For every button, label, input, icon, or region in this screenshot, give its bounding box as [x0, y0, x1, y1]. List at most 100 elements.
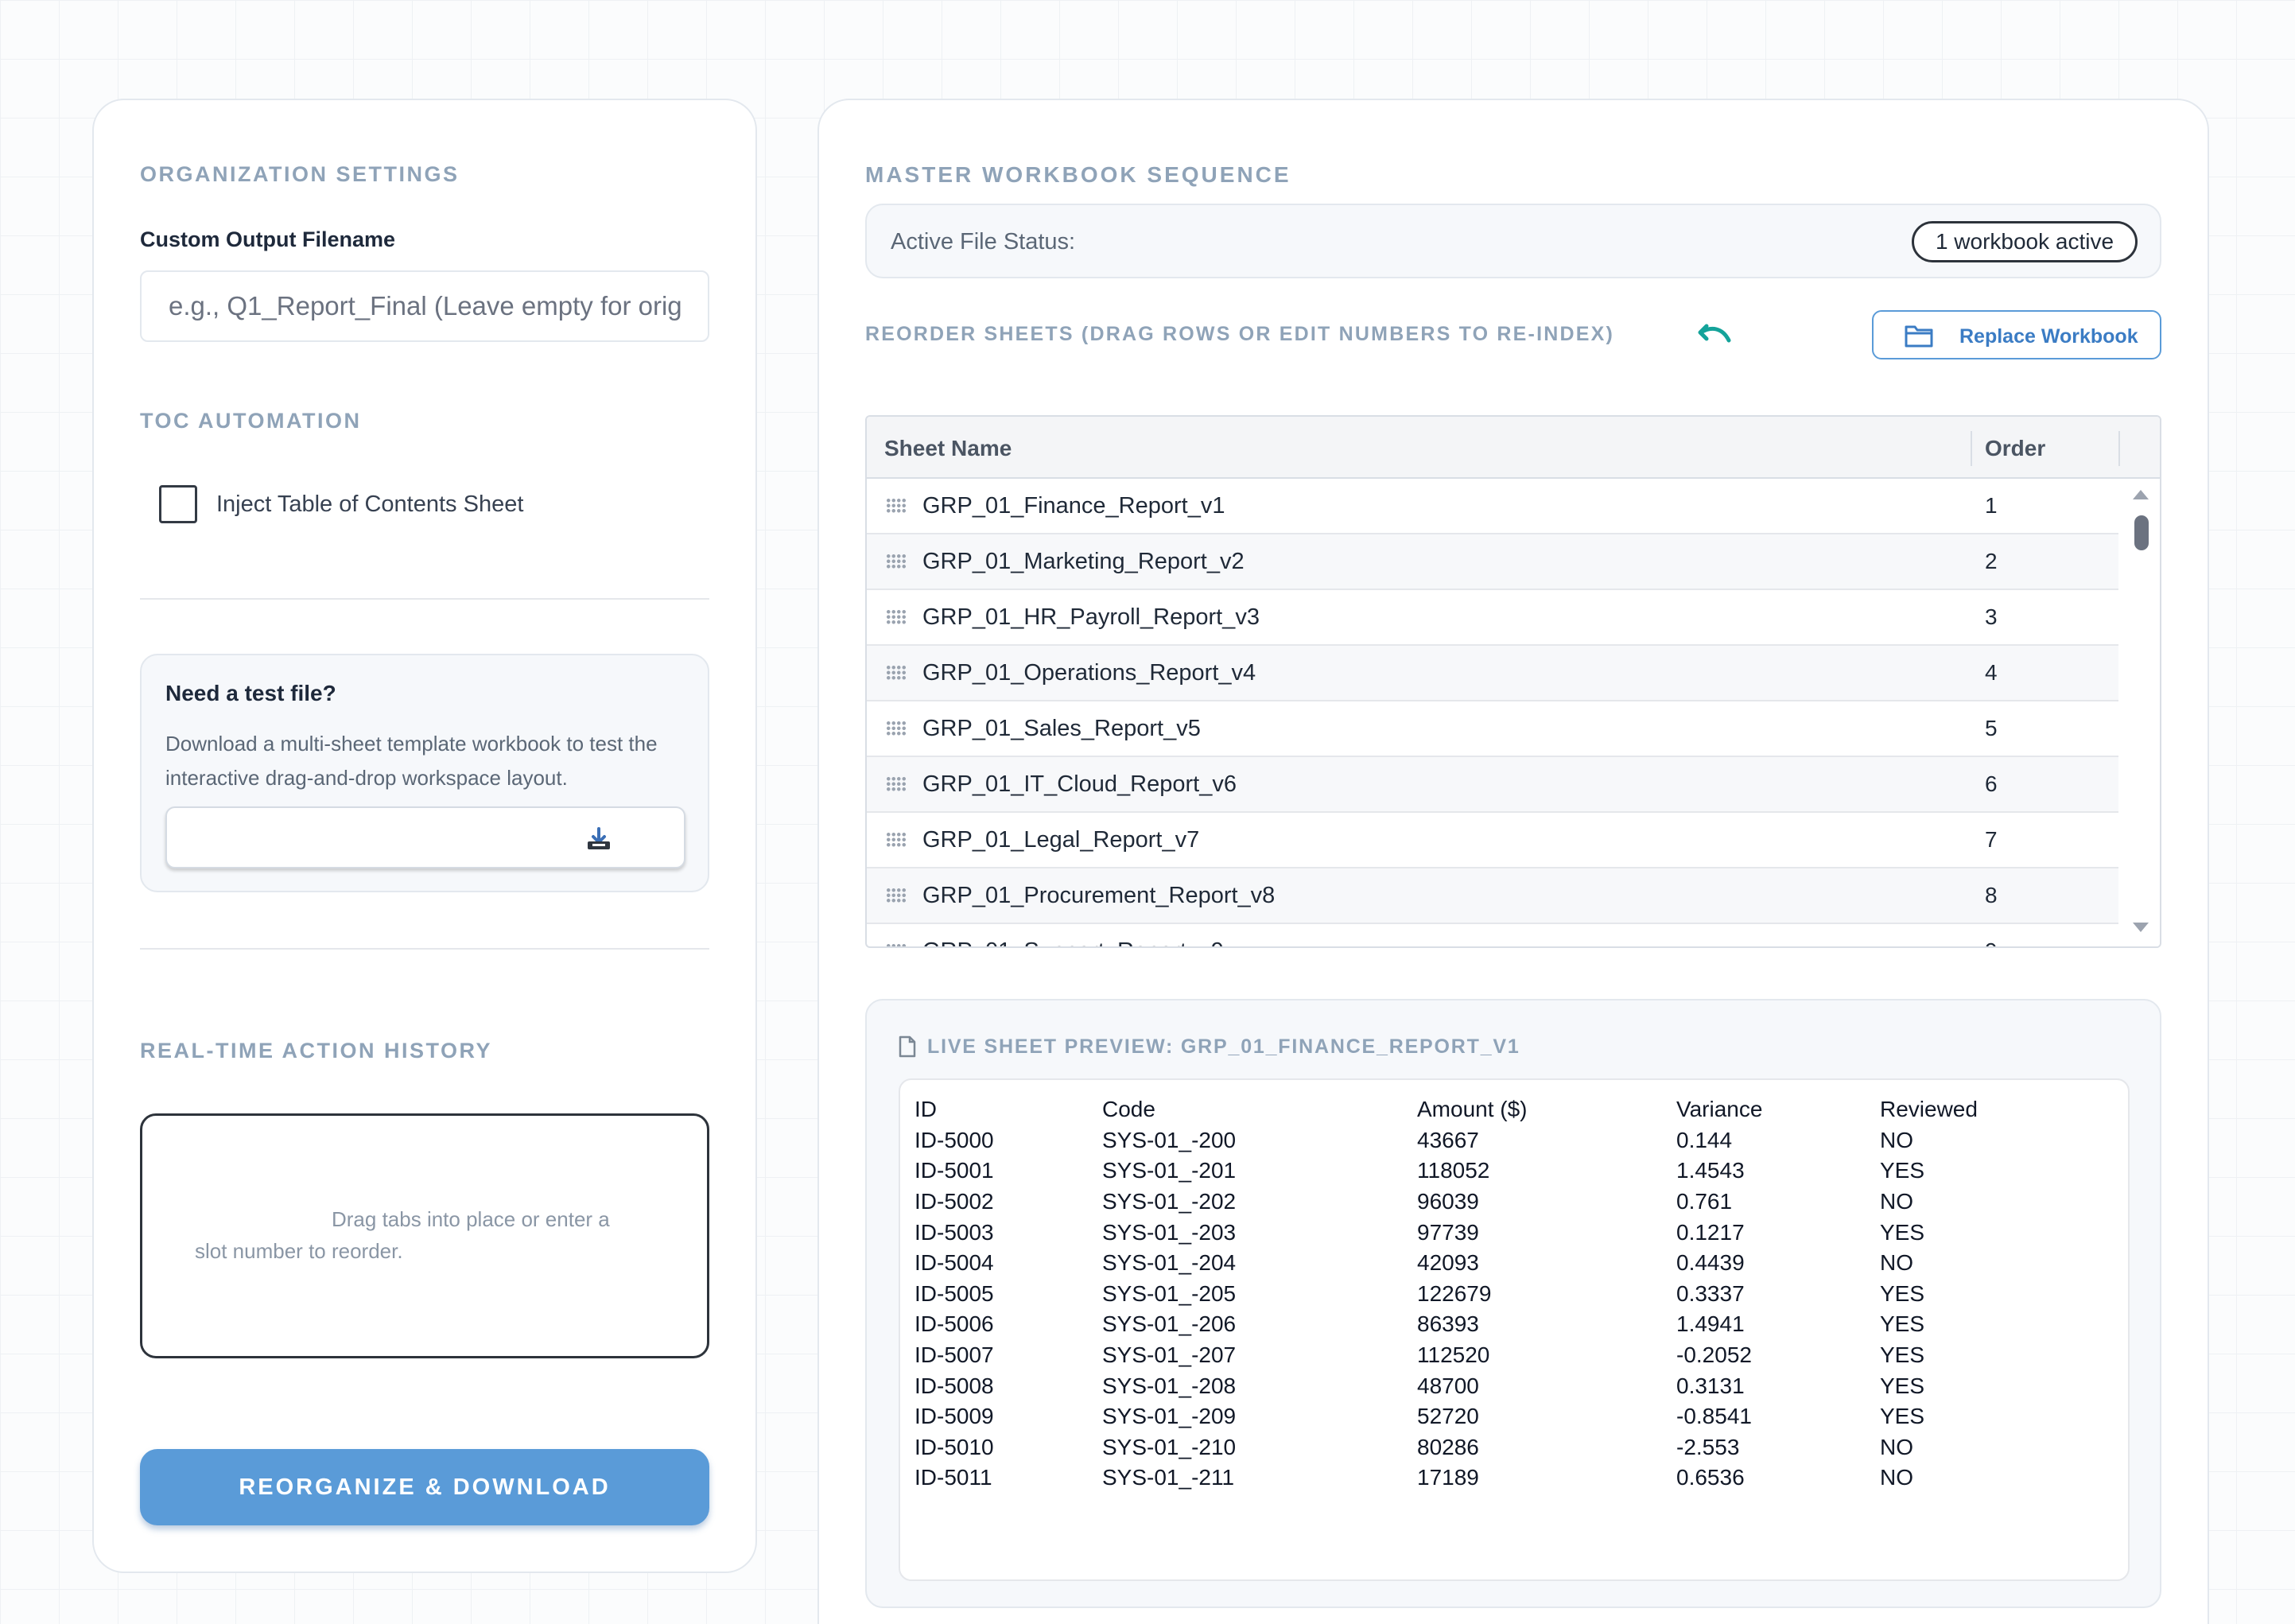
- scrollbar-thumb[interactable]: [2134, 515, 2149, 550]
- drag-grip-icon[interactable]: [886, 888, 907, 903]
- sheet-row[interactable]: GRP_01_Operations_Report_v4 4: [867, 646, 2118, 701]
- sheet-order-input[interactable]: 3: [1985, 604, 1998, 630]
- drag-grip-icon[interactable]: [886, 665, 907, 681]
- preview-cell: NO: [1880, 1250, 1913, 1276]
- sheet-row[interactable]: GRP_01_Legal_Report_v7 7: [867, 813, 2118, 868]
- drag-grip-icon[interactable]: [886, 776, 907, 792]
- preview-cell: 0.3131: [1676, 1373, 1745, 1398]
- sheet-name: GRP_01_Legal_Report_v7: [922, 827, 1200, 853]
- preview-cell: 0.761: [1676, 1189, 1733, 1214]
- test-card-description: Download a multi-sheet template workbook…: [165, 732, 658, 790]
- preview-cell: SYS-01_-202: [1102, 1189, 1237, 1214]
- preview-cell: 122679: [1417, 1280, 1492, 1306]
- preview-cell: 17189: [1417, 1465, 1479, 1490]
- preview-table: ID Code Amount ($) Variance Reviewed ID-…: [915, 1094, 2039, 1494]
- preview-cell: ID-5006: [915, 1311, 994, 1337]
- organization-settings-title: ORGANIZATION SETTINGS: [140, 162, 460, 186]
- table-header: Sheet Name Order: [867, 417, 2160, 479]
- preview-cell: 97739: [1417, 1219, 1479, 1245]
- preview-cell: 52720: [1417, 1404, 1479, 1429]
- preview-column-header: Reviewed: [1880, 1097, 1978, 1122]
- sheet-order-input[interactable]: 9: [1985, 938, 1998, 946]
- preview-cell: ID-5004: [915, 1250, 994, 1276]
- preview-cell: ID-5002: [915, 1189, 994, 1214]
- preview-cell: ID-5005: [915, 1280, 994, 1306]
- sheet-order-input[interactable]: 4: [1985, 660, 1998, 686]
- preview-cell: YES: [1880, 1404, 1925, 1429]
- preview-row: ID-5009 SYS-01_-209 52720 -0.8541 YES: [915, 1401, 2039, 1432]
- test-file-card: Need a test file? Download a multi-sheet…: [140, 654, 709, 892]
- drag-grip-icon[interactable]: [886, 498, 907, 514]
- download-template-button[interactable]: [165, 806, 685, 868]
- preview-row: ID-5007 SYS-01_-207 112520 -0.2052 YES: [915, 1340, 2039, 1371]
- toc-automation-title: TOC AUTOMATION: [140, 409, 362, 433]
- preview-cell: ID-5003: [915, 1219, 994, 1245]
- sheet-row[interactable]: GRP_01_Finance_Report_v1 1: [867, 479, 2118, 534]
- sheet-row[interactable]: GRP_01_HR_Payroll_Report_v3 3: [867, 590, 2118, 646]
- sheet-row[interactable]: GRP_01_IT_Cloud_Report_v6 6: [867, 757, 2118, 813]
- preview-cell: SYS-01_-200: [1102, 1127, 1237, 1152]
- preview-cell: 118052: [1417, 1158, 1490, 1183]
- sheet-order-input[interactable]: 1: [1985, 493, 1998, 519]
- sheet-order-input[interactable]: 2: [1985, 549, 1998, 574]
- folder-icon: [1905, 325, 1933, 348]
- preview-cell: ID-5010: [915, 1434, 994, 1459]
- column-divider: [1971, 431, 1972, 466]
- preview-cell: 96039: [1417, 1189, 1479, 1214]
- column-header-order: Order: [1985, 436, 2046, 460]
- drag-grip-icon[interactable]: [886, 943, 907, 946]
- workbook-panel: MASTER WORKBOOK SEQUENCE Active File Sta…: [817, 99, 2209, 1624]
- preview-cell: YES: [1880, 1219, 1925, 1245]
- sheet-table-scrollbar[interactable]: [2122, 479, 2160, 946]
- toc-checkbox[interactable]: [159, 485, 197, 523]
- preview-cell: 48700: [1417, 1373, 1479, 1398]
- sheet-name: GRP_01_Support_Report_v9: [922, 938, 1224, 946]
- preview-cell: YES: [1880, 1280, 1925, 1306]
- sheet-order-input[interactable]: 7: [1985, 827, 1998, 853]
- undo-icon[interactable]: [1697, 318, 1732, 350]
- toc-checkbox-row[interactable]: Inject Table of Contents Sheet: [159, 485, 523, 523]
- toc-checkbox-label: Inject Table of Contents Sheet: [216, 491, 524, 517]
- preview-cell: SYS-01_-204: [1102, 1250, 1237, 1276]
- sheet-order-input[interactable]: 6: [1985, 771, 1998, 797]
- preview-grid: ID Code Amount ($) Variance Reviewed ID-…: [899, 1078, 2130, 1581]
- preview-cell: 42093: [1417, 1250, 1479, 1276]
- preview-header-row: ID Code Amount ($) Variance Reviewed: [915, 1094, 2039, 1125]
- sheet-rows: GRP_01_Finance_Report_v1 1 GRP_01_Marketin…: [867, 479, 2118, 946]
- sheet-order-input[interactable]: 5: [1985, 716, 1998, 741]
- sheet-name: GRP_01_HR_Payroll_Report_v3: [922, 604, 1260, 630]
- sheet-order-table: Sheet Name Order GRP_01_Finance_Report_v…: [865, 415, 2161, 948]
- preview-cell: SYS-01_-209: [1102, 1404, 1237, 1429]
- preview-cell: YES: [1880, 1311, 1925, 1337]
- drag-grip-icon[interactable]: [886, 609, 907, 625]
- drag-grip-icon[interactable]: [886, 721, 907, 736]
- filename-input[interactable]: [140, 270, 709, 342]
- column-header-sheet-name: Sheet Name: [884, 436, 1012, 460]
- preview-column-header: Variance: [1676, 1097, 1763, 1122]
- sheet-name: GRP_01_Procurement_Report_v8: [922, 883, 1276, 908]
- download-tray-icon: [588, 827, 610, 849]
- sheet-name: GRP_01_Finance_Report_v1: [922, 493, 1225, 519]
- replace-workbook-button[interactable]: Replace Workbook: [1872, 310, 2161, 359]
- preview-cell: SYS-01_-207: [1102, 1342, 1237, 1368]
- sheet-row[interactable]: GRP_01_Support_Report_v9 9: [867, 924, 2118, 946]
- replace-workbook-label: Replace Workbook: [1959, 325, 2138, 348]
- sheet-row[interactable]: GRP_01_Marketing_Report_v2 2: [867, 534, 2118, 590]
- preview-cell: NO: [1880, 1127, 1913, 1152]
- scroll-down-icon[interactable]: [2133, 923, 2149, 932]
- preview-cell: 0.3337: [1676, 1280, 1745, 1306]
- reorganize-download-button[interactable]: REORGANIZE & DOWNLOAD: [140, 1449, 709, 1525]
- scroll-up-icon[interactable]: [2133, 490, 2149, 499]
- sheet-row[interactable]: GRP_01_Procurement_Report_v8 8: [867, 868, 2118, 924]
- preview-cell: 1.4941: [1676, 1311, 1745, 1337]
- preview-cell: 86393: [1417, 1311, 1479, 1337]
- sheet-order-input[interactable]: 8: [1985, 883, 1998, 908]
- preview-cell: 43667: [1417, 1127, 1479, 1152]
- preview-row: ID-5008 SYS-01_-208 48700 0.3131 YES: [915, 1370, 2039, 1401]
- drag-grip-icon[interactable]: [886, 554, 907, 569]
- sheet-name: GRP_01_Sales_Report_v5: [922, 716, 1201, 741]
- preview-cell: 0.144: [1676, 1127, 1733, 1152]
- drag-grip-icon[interactable]: [886, 832, 907, 848]
- file-status-bar: Active File Status: 1 workbook active: [865, 204, 2161, 278]
- sheet-row[interactable]: GRP_01_Sales_Report_v5 5: [867, 701, 2118, 757]
